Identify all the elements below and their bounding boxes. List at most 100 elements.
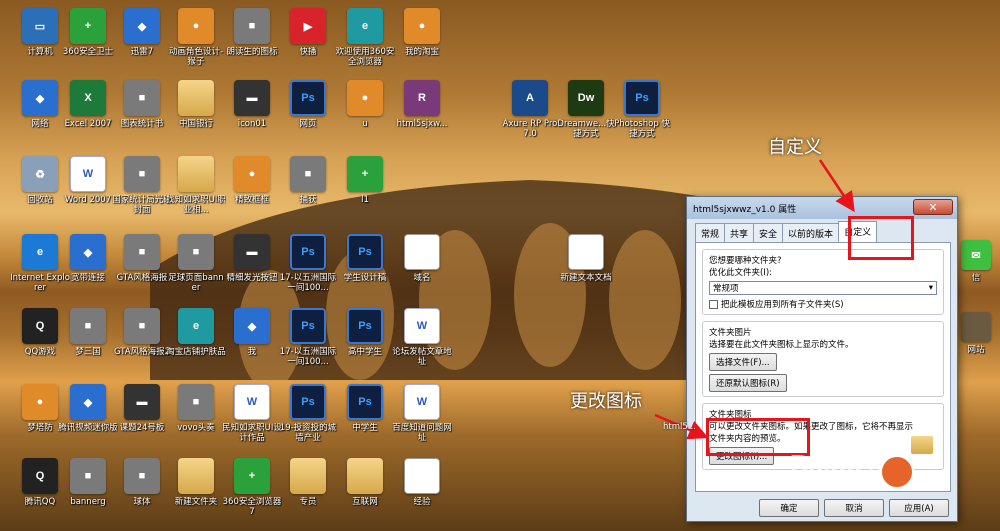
desktop-icon-label: 网站: [967, 345, 985, 355]
desktop-icon[interactable]: 新建文本文档: [556, 234, 616, 308]
desktop-icon-label: 360安全浏览器7: [222, 497, 282, 517]
desktop-icon[interactable]: Ps 19-投资投的城墙产业: [278, 384, 338, 458]
desktop-icon[interactable]: ● 精致框框: [222, 156, 282, 230]
desktop-icon[interactable]: ● 动画角色设计-猴子: [166, 8, 226, 82]
desktop-icon[interactable]: 域名: [392, 234, 452, 308]
desktop-icon[interactable]: A Axure RP Pro 7.0: [500, 80, 560, 154]
axure-icon: A: [512, 80, 548, 116]
dialog-footer: 确定 取消 应用(A): [759, 496, 949, 517]
bin-icon: ♻: [22, 156, 58, 192]
desktop-icon[interactable]: W Word 2007: [58, 156, 118, 230]
desktop-icon[interactable]: Ps 学生设计稿: [335, 234, 395, 308]
desktop-icon[interactable]: ◆ 宽带连接: [58, 234, 118, 308]
desktop-icon[interactable]: ■ 朗读生的图标: [222, 8, 282, 82]
desktop-icon[interactable]: W 民知如求职UI设计作品: [222, 384, 282, 458]
desktop-icon[interactable]: 专员: [278, 458, 338, 531]
desktop-icon[interactable]: Ps 17-以五洲国际一间100...: [278, 308, 338, 382]
optimize-select[interactable]: 常规项 ▾: [709, 281, 937, 295]
desktop-icon[interactable]: 互联网: [335, 458, 395, 531]
desktop-icon[interactable]: 经验: [392, 458, 452, 531]
desktop-icon-label: Axure RP Pro 7.0: [502, 119, 558, 139]
floating-badge-icon[interactable]: [880, 455, 914, 489]
desktop-icon[interactable]: ● u: [335, 80, 395, 154]
desktop-icon[interactable]: ■ 国家统计局光碟封面: [112, 156, 172, 230]
choose-file-button[interactable]: 选择文件(F)...: [709, 353, 777, 371]
desktop-icon-label: 找知如求职UI职业相...: [166, 195, 226, 215]
desktop-icon[interactable]: ■ 足球页面banner: [166, 234, 226, 308]
desktop-icon[interactable]: 新建文件夹: [166, 458, 226, 531]
desktop-icon-label: Dreamwe...快捷方式: [557, 119, 615, 139]
desktop-icon[interactable]: +360安全浏览器7: [222, 458, 282, 531]
folder-picture-desc: 选择要在此文件夹图标上显示的文件。: [709, 340, 854, 350]
desktop-icon[interactable]: ◆ 迅雷7: [112, 8, 172, 82]
desktop-icon[interactable]: ■ bannerg: [58, 458, 118, 531]
desktop-icon[interactable]: ▬ 精细发光按钮: [222, 234, 282, 308]
desktop-icon[interactable]: 网站: [952, 312, 1000, 386]
desktop-icon[interactable]: ◆ 我: [222, 308, 282, 382]
desktop-icon[interactable]: + l1: [335, 156, 395, 230]
desktop-icon[interactable]: ■ GTA风格海报: [112, 234, 172, 308]
restore-default-button[interactable]: 还原默认图标(R): [709, 374, 787, 392]
desktop-icon-label: 课题24号板: [119, 423, 165, 433]
desktop-icon-label: 欢迎使用360安全浏览器: [335, 47, 395, 67]
annotation-change-icon: 更改图标: [570, 391, 642, 412]
desktop-icon[interactable]: e 欢迎使用360安全浏览器: [335, 8, 395, 82]
doc-icon: [404, 458, 440, 494]
desktop-icon-label: 网页: [299, 119, 317, 129]
ps-icon: Ps: [290, 234, 326, 270]
ok-button[interactable]: 确定: [759, 499, 819, 517]
desktop-icon[interactable]: Rhtml5sjxw...: [392, 80, 452, 154]
desktop-icon-label: GTA风格海报: [116, 273, 168, 283]
orange-icon: ●: [404, 8, 440, 44]
desktop-icon-label: GTA风格海报2: [113, 347, 171, 357]
desktop-icon[interactable]: ■ vovo头奏: [166, 384, 226, 458]
desktop-icon-label: 梦三国: [75, 347, 101, 357]
teal-icon: e: [178, 308, 214, 344]
word-icon: W: [70, 156, 106, 192]
desktop-icon[interactable]: Dw Dreamwe...快捷方式: [556, 80, 616, 154]
ps-icon: Ps: [347, 234, 383, 270]
desktop-icon[interactable]: 找知如求职UI职业相...: [166, 156, 226, 230]
apply-subfolders-checkbox[interactable]: [709, 300, 718, 309]
desktop-icon[interactable]: W 论坛发帖文章地址: [392, 308, 452, 382]
desktop-icon[interactable]: ■ 图表统计书: [112, 80, 172, 154]
desktop-icon-label: 360安全卫士: [62, 47, 114, 57]
dw-icon: Dw: [568, 80, 604, 116]
apply-button[interactable]: 应用(A): [889, 499, 949, 517]
desktop-icon[interactable]: ▬ icon01: [222, 80, 282, 154]
desktop-icon[interactable]: W 百度知道问题网址: [392, 384, 452, 458]
apply-subfolders-row[interactable]: 把此模板应用到所有子文件夹(S): [709, 298, 937, 310]
wechat-icon: ✉: [961, 240, 991, 270]
cancel-button[interactable]: 取消: [824, 499, 884, 517]
desktop-icon[interactable]: ▬ 课题24号板: [112, 384, 172, 458]
desktop-icon-label: 足球页面banner: [168, 273, 224, 293]
desktop-icon[interactable]: ● 我的淘宝: [392, 8, 452, 82]
orange-icon: ●: [178, 8, 214, 44]
desktop-icon[interactable]: Ps 中学生: [335, 384, 395, 458]
desktop-icon[interactable]: X Excel 2007: [58, 80, 118, 154]
desktop-icon[interactable]: ◆ 腾讯视频迷你版: [58, 384, 118, 458]
desktop-icon-label: 新建文本文档: [560, 273, 612, 283]
desktop-icon[interactable]: ▶ 快播: [278, 8, 338, 82]
desktop-icon[interactable]: Ps Photoshop 快捷方式: [612, 80, 672, 154]
desktop-icon[interactable]: ■ 梦三国: [58, 308, 118, 382]
desktop-icon[interactable]: 中国银行: [166, 80, 226, 154]
desktop-icon[interactable]: Ps 17-以五洲国际一间100...: [278, 234, 338, 308]
word-icon: W: [404, 308, 440, 344]
blue-icon: ◆: [70, 384, 106, 420]
desktop-icon[interactable]: Ps 高中学生: [335, 308, 395, 382]
desktop-icon[interactable]: ■ GTA风格海报2: [112, 308, 172, 382]
folder-preview-icon: [911, 436, 933, 454]
close-button[interactable]: ✕: [913, 199, 953, 215]
dark-icon: ▬: [234, 80, 270, 116]
desktop-icon[interactable]: ■ 捕获: [278, 156, 338, 230]
desktop-icon-label: 民知如求职UI设计作品: [222, 423, 282, 443]
close-icon: ✕: [928, 200, 938, 214]
desktop-icon[interactable]: Ps 网页: [278, 80, 338, 154]
folder-icon: [178, 80, 214, 116]
desktop-icon[interactable]: +360安全卫士: [58, 8, 118, 82]
desktop-icon[interactable]: ■ 球体: [112, 458, 172, 531]
desktop-icon[interactable]: e 淘宝店铺护肤品: [166, 308, 226, 382]
gray-icon: ■: [178, 234, 214, 270]
desktop-icon[interactable]: ✉ 信: [952, 240, 1000, 314]
